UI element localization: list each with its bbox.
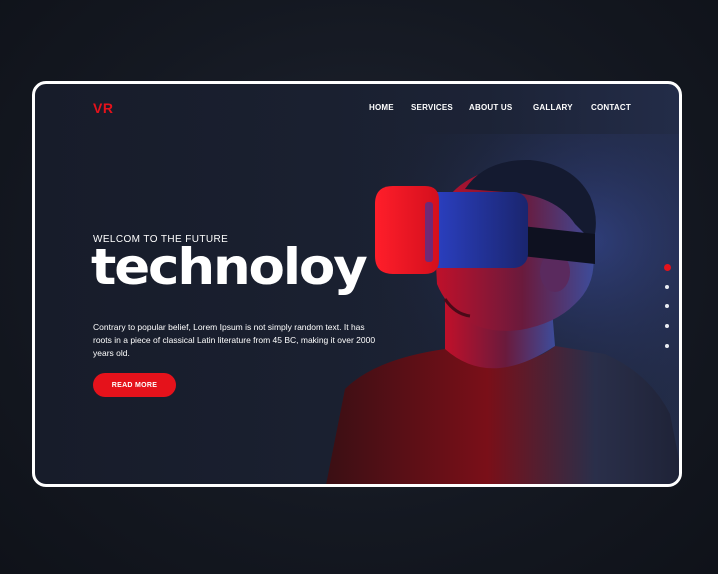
nav-item-about-us[interactable]: ABOUT US — [469, 103, 512, 112]
slide-dot-2[interactable] — [665, 285, 669, 289]
hero-headline: technoloy — [91, 238, 368, 296]
landing-page-frame: VR HOME SERVICES ABOUT US GALLARY CONTAC… — [32, 81, 682, 487]
slide-dot-3[interactable] — [665, 304, 669, 308]
nav-item-gallary[interactable]: GALLARY — [533, 103, 573, 112]
nav-item-home[interactable]: HOME — [369, 103, 394, 112]
vr-headset-person-image — [305, 134, 679, 484]
hero-description: Contrary to popular belief, Lorem Ipsum … — [93, 322, 376, 358]
vr-logo[interactable]: VR — [93, 100, 113, 116]
nav-item-contact[interactable]: CONTACT — [591, 103, 631, 112]
slide-dot-1[interactable] — [663, 264, 671, 271]
slide-dot-5[interactable] — [665, 344, 669, 348]
read-more-button[interactable]: READ MORE — [93, 373, 176, 397]
nav-item-services[interactable]: SERVICES — [411, 103, 453, 112]
slide-dot-4[interactable] — [665, 324, 669, 328]
